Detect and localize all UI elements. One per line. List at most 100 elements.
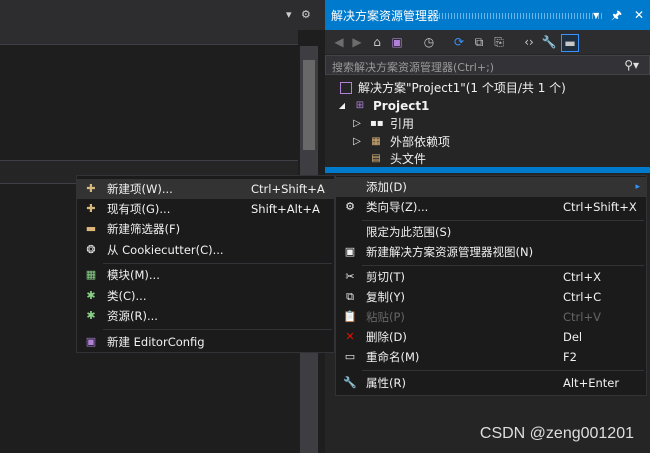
menu-item-label: 剪切(T) — [366, 270, 405, 284]
selected-tree-item[interactable] — [325, 167, 650, 173]
titlebar-buttons: ▾ 🖈 ✕ — [585, 6, 644, 27]
menu-item-rename[interactable]: ▭ 重命名(M) F2 — [336, 347, 646, 367]
menu-separator — [103, 263, 332, 264]
menu-item-shortcut: Del — [563, 330, 583, 344]
menu-item-properties[interactable]: 🔧 属性(R) Alt+Enter — [336, 373, 646, 393]
tree-item-label: 头文件 — [390, 152, 427, 166]
titlebar-grip — [433, 13, 603, 19]
class-icon: ✱ — [86, 289, 96, 302]
solution-explorer-titlebar[interactable]: 解决方案资源管理器 ▾ 🖈 ✕ — [325, 0, 650, 30]
editor-top-icons: ▾ ⚙ — [286, 8, 322, 24]
menu-item-delete[interactable]: ✕ 删除(D) Del — [336, 327, 646, 347]
pin-icon[interactable]: 🖈 — [611, 8, 622, 22]
editor-scrollbar-thumb[interactable] — [303, 60, 315, 150]
menu-item-cut[interactable]: ✂ 剪切(T) Ctrl+X — [336, 267, 646, 287]
menu-item-copy[interactable]: ⧉ 复制(Y) Ctrl+C — [336, 287, 646, 307]
menu-item-shortcut: Ctrl+C — [563, 290, 602, 304]
view-code-icon[interactable]: ‹› — [521, 34, 537, 50]
menu-item-label: 新建解决方案资源管理器视图(N) — [366, 245, 534, 259]
back-icon[interactable]: ◀ — [331, 34, 347, 50]
add-submenu: ✚ 新建项(W)... Ctrl+Shift+A ✚ 现有项(G)... Shi… — [76, 175, 335, 353]
menu-item-add[interactable]: 添加(D) ▸ — [336, 177, 646, 197]
filter-folder-icon: ▬ — [85, 222, 97, 235]
tree-item-references[interactable]: ▷ ▪▪ 引用 — [325, 115, 650, 133]
window-dropdown-icon[interactable]: ▾ — [593, 8, 599, 22]
search-icon[interactable]: ⚲▾ — [624, 58, 639, 72]
new-item-icon: ✚ — [86, 182, 96, 195]
solution-explorer-title: 解决方案资源管理器 — [331, 9, 440, 23]
tree-item-label: 解决方案"Project1"(1 个项目/共 1 个) — [358, 81, 566, 95]
search-input[interactable]: 搜索解决方案资源管理器(Ctrl+;) — [332, 59, 494, 75]
menu-item-label: 限定为此范围(S) — [366, 225, 452, 239]
paste-icon: 📋 — [343, 310, 357, 323]
menu-item-shortcut: Shift+Alt+A — [251, 202, 320, 216]
menu-item-label: 新建筛选器(F) — [107, 222, 181, 236]
collapsed-arrow-icon[interactable]: ▷ — [351, 136, 363, 148]
new-view-icon: ▣ — [344, 245, 356, 258]
menu-item-label: 新建 EditorConfig — [107, 335, 205, 349]
menu-item-shortcut: Ctrl+X — [563, 270, 601, 284]
submenu-item-module[interactable]: ▦ 模块(M)... — [77, 265, 334, 285]
submenu-item-existing-item[interactable]: ✚ 现有项(G)... Shift+Alt+A — [77, 199, 334, 219]
tree-item-external-deps[interactable]: ▷ ▦ 外部依赖项 — [325, 133, 650, 151]
sync-icon[interactable]: ⟳ — [451, 34, 467, 50]
submenu-arrow-icon: ▸ — [635, 182, 640, 192]
close-icon[interactable]: ✕ — [634, 8, 644, 22]
show-all-files-icon[interactable]: ⎘ — [491, 34, 507, 50]
tree-item-solution[interactable]: 解决方案"Project1"(1 个项目/共 1 个) — [325, 79, 650, 97]
collapse-all-icon[interactable]: ⧉ — [471, 34, 487, 50]
menu-item-label: 类向导(Z)... — [366, 200, 429, 214]
menu-separator — [362, 265, 644, 266]
switch-views-icon[interactable]: ▣ — [389, 34, 405, 50]
properties-wrench-icon[interactable]: 🔧 — [541, 34, 557, 50]
menu-item-label: 新建项(W)... — [107, 182, 173, 196]
gear-icon[interactable]: ⚙ — [301, 8, 311, 21]
menu-item-new-view[interactable]: ▣ 新建解决方案资源管理器视图(N) — [336, 242, 646, 262]
pending-changes-icon[interactable]: ◷ — [421, 34, 437, 50]
submenu-item-editorconfig[interactable]: ▣ 新建 EditorConfig — [77, 332, 334, 352]
tree-item-project[interactable]: ◢ ⊞ Project1 — [325, 97, 650, 115]
menu-item-label: 模块(M)... — [107, 268, 160, 282]
menu-item-scope-to-this[interactable]: 限定为此范围(S) — [336, 222, 646, 242]
external-deps-icon: ▦ — [371, 136, 381, 147]
home-icon[interactable]: ⌂ — [369, 34, 385, 50]
preview-icon[interactable]: ▬ — [561, 34, 579, 52]
resource-icon: ✱ — [86, 309, 96, 322]
delete-x-icon: ✕ — [345, 330, 355, 343]
tree-item-label: 引用 — [390, 117, 415, 131]
menu-item-label: 重命名(M) — [366, 350, 420, 364]
menu-item-class-wizard[interactable]: ⚙ 类向导(Z)... Ctrl+Shift+X — [336, 197, 646, 217]
scissors-icon: ✂ — [345, 270, 355, 283]
folder-icon: ▤ — [371, 153, 381, 164]
menu-item-label: 属性(R) — [366, 376, 406, 390]
submenu-item-new-filter[interactable]: ▬ 新建筛选器(F) — [77, 219, 334, 239]
dropdown-icon[interactable]: ▾ — [286, 8, 292, 21]
menu-separator — [362, 370, 644, 371]
submenu-item-class[interactable]: ✱ 类(C)... — [77, 286, 334, 306]
menu-item-label: 复制(Y) — [366, 290, 405, 304]
menu-item-shortcut: Ctrl+V — [563, 310, 601, 324]
menu-separator — [362, 220, 644, 221]
context-menu: 添加(D) ▸ ⚙ 类向导(Z)... Ctrl+Shift+X 限定为此范围(… — [335, 175, 647, 396]
existing-item-icon: ✚ — [86, 202, 96, 215]
solution-icon — [340, 82, 352, 94]
menu-item-label: 现有项(G)... — [107, 202, 171, 216]
forward-icon[interactable]: ▶ — [349, 34, 365, 50]
menu-item-label: 资源(R)... — [107, 309, 158, 323]
collapsed-arrow-icon[interactable]: ▷ — [351, 118, 363, 130]
watermark: CSDN @zeng001201 — [479, 425, 634, 442]
submenu-item-cookiecutter[interactable]: ❂ 从 Cookiecutter(C)... — [77, 240, 334, 260]
menu-item-label: 粘贴(P) — [366, 310, 405, 324]
menu-item-paste: 📋 粘贴(P) Ctrl+V — [336, 307, 646, 327]
menu-item-shortcut: Ctrl+Shift+A — [251, 182, 325, 196]
expanded-arrow-icon[interactable]: ◢ — [336, 100, 348, 112]
submenu-item-new-item[interactable]: ✚ 新建项(W)... Ctrl+Shift+A — [77, 179, 334, 199]
menu-separator — [103, 329, 332, 330]
solution-explorer-toolbar: ◀ ▶ ⌂ ▣ ◷ ⟳ ⧉ ⎘ ‹› 🔧 ▬ — [325, 30, 650, 54]
tree-item-header-files[interactable]: ▤ 头文件 — [325, 150, 650, 168]
menu-item-label: 从 Cookiecutter(C)... — [107, 243, 224, 257]
solution-explorer-search[interactable]: 搜索解决方案资源管理器(Ctrl+;) ⚲▾ — [325, 55, 650, 75]
project-icon: ⊞ — [355, 100, 365, 111]
submenu-item-resource[interactable]: ✱ 资源(R)... — [77, 306, 334, 326]
module-icon: ▦ — [85, 268, 97, 281]
